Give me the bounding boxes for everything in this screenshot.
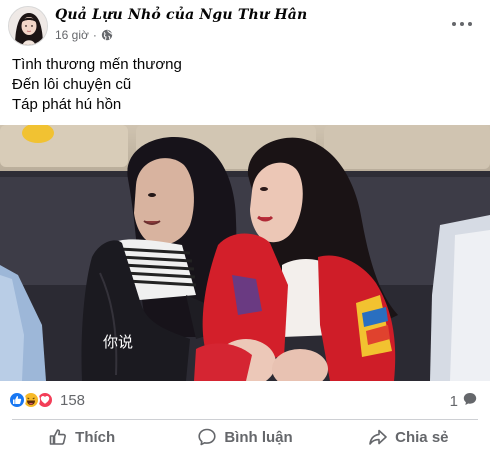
comment-count: 1 [449, 392, 458, 410]
comment-label: Bình luận [224, 428, 293, 446]
caption-line: Tình thương mến thương [12, 56, 182, 73]
thumbs-up-icon [49, 429, 67, 445]
author-avatar[interactable] [8, 6, 48, 46]
comment-count-link[interactable]: 1 [450, 391, 478, 411]
comment-icon [198, 428, 216, 446]
actions-divider [12, 419, 478, 420]
comment-bubble-icon [462, 391, 478, 411]
meta-separator: · [92, 28, 97, 42]
reaction-summary[interactable]: 158 [8, 391, 85, 409]
facebook-post: Quả Lựu Nhỏ của Ngu Thư Hân 16 giờ · Tìn… [0, 0, 490, 453]
post-caption: Tình thương mến thương Đến lôi chuyện cũ… [12, 55, 182, 115]
like-icon [8, 391, 26, 409]
comment-button[interactable]: Bình luận [163, 421, 326, 453]
post-action-bar: Thích Bình luận Chia sẻ [0, 421, 490, 453]
caption-line: Đến lôi chuyện cũ [12, 76, 132, 93]
reaction-count: 158 [60, 391, 86, 409]
share-label: Chia sẻ [395, 428, 449, 446]
globe-icon[interactable] [101, 29, 113, 41]
share-arrow-icon [369, 429, 387, 445]
caption-line: Táp phát hú hồn [12, 96, 122, 113]
share-button[interactable]: Chia sẻ [327, 421, 490, 453]
post-video[interactable]: 你说 [0, 125, 490, 381]
author-name[interactable]: Quả Lựu Nhỏ của Ngu Thư Hân [55, 7, 307, 23]
post-meta: 16 giờ · [55, 28, 113, 42]
video-subtitle: 你说 [103, 333, 133, 351]
like-label: Thích [75, 428, 116, 446]
more-horizontal-icon[interactable] [444, 10, 480, 38]
post-time[interactable]: 16 giờ [55, 28, 89, 42]
like-button[interactable]: Thích [0, 421, 163, 453]
